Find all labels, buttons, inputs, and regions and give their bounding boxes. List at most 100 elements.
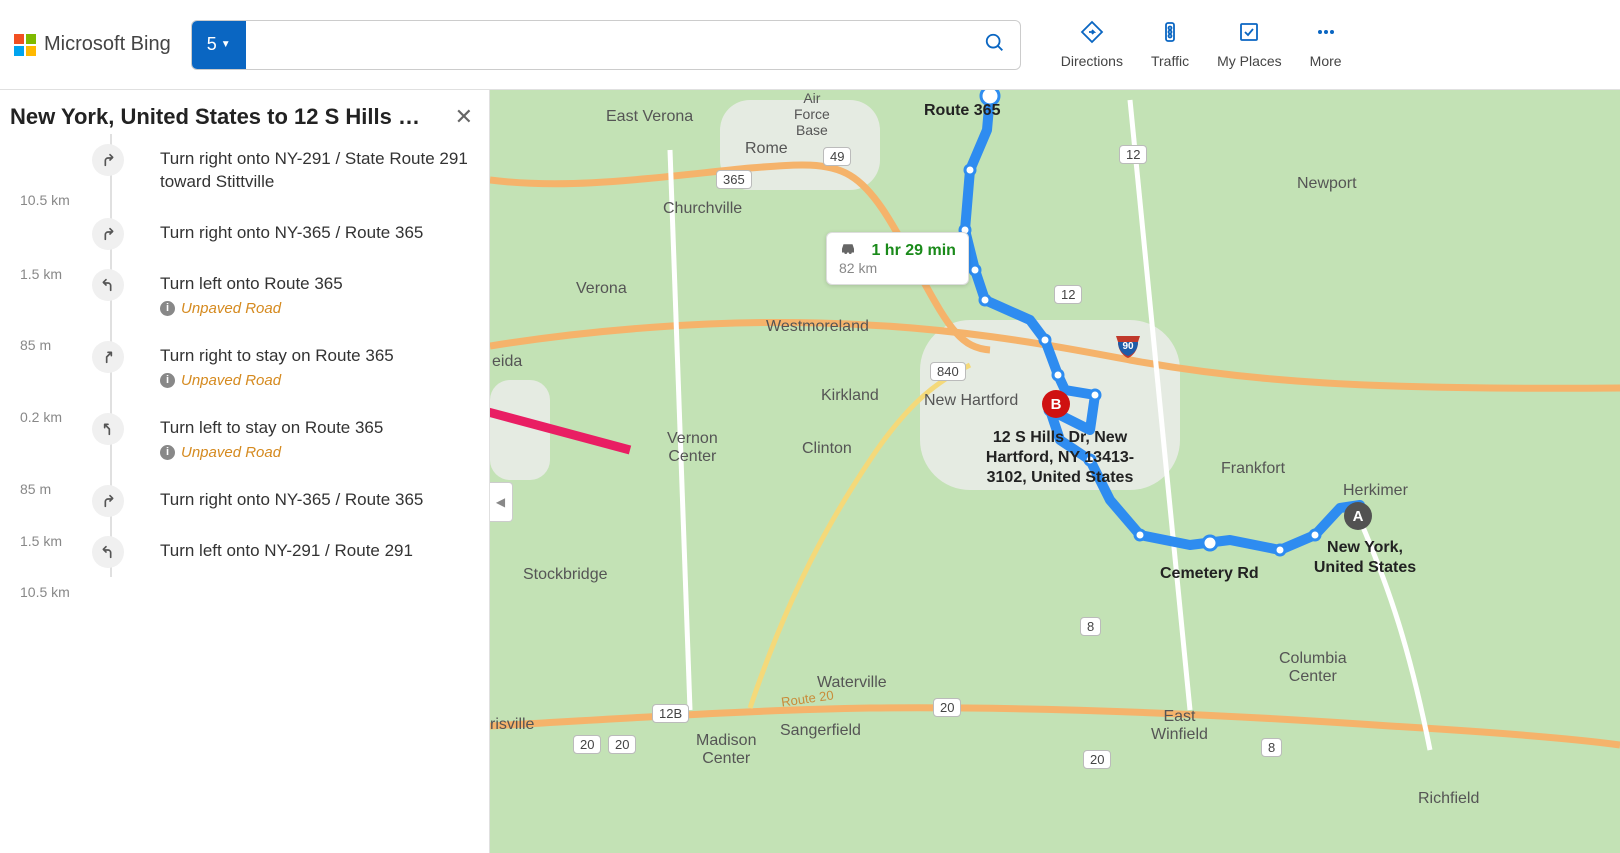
chevron-left-icon: ◀ [496, 495, 505, 509]
shield-20a: 20 [573, 735, 601, 754]
step-warning: i Unpaved Road [160, 372, 473, 389]
directions-icon [1080, 20, 1104, 47]
pin-a[interactable]: A [1344, 502, 1372, 530]
traffic-icon [1158, 20, 1182, 47]
turn-right-icon [92, 485, 124, 517]
shield-365: 365 [716, 170, 752, 189]
search-icon [984, 32, 1006, 57]
step-distance: 1.5 km [20, 533, 90, 549]
step-distance: 0.2 km [20, 409, 90, 425]
pin-a-label: New York, United States [1300, 538, 1430, 578]
info-icon: i [160, 301, 175, 316]
step-distance: 85 m [20, 337, 90, 353]
shield-840: 840 [930, 362, 966, 381]
close-icon[interactable]: ✕ [455, 104, 473, 130]
nav-directions-label: Directions [1061, 53, 1123, 69]
map[interactable]: East Verona Rome Air Force Base Churchvi… [490, 90, 1620, 853]
brand-text: Microsoft Bing [44, 33, 171, 56]
nav-myplaces[interactable]: My Places [1217, 20, 1282, 69]
step-instruction: Turn right onto NY-365 / Route 365 [160, 489, 473, 512]
step-instruction: Turn left to stay on Route 365 [160, 417, 473, 440]
search-button[interactable] [970, 21, 1020, 69]
direction-step[interactable]: Turn right onto NY-365 / Route 365 1.5 k… [100, 208, 489, 259]
tooltip-time: 1 hr 29 min [871, 242, 955, 259]
search-prefix-value: 5 [207, 34, 217, 55]
header-bar: Microsoft Bing 5 ▼ Directions Traffic My… [0, 0, 1620, 90]
direction-step[interactable]: Turn left onto Route 365 iUnpaved Road 8… [100, 259, 489, 331]
directions-panel: New York, United States to 12 S Hills D…… [0, 90, 490, 853]
step-warning-text: Unpaved Road [181, 300, 281, 317]
step-warning: i Unpaved Road [160, 444, 473, 461]
place-eida: eida [492, 353, 522, 371]
place-newport: Newport [1297, 175, 1357, 193]
directions-steps: Turn right onto NY-291 / State Route 291… [0, 134, 489, 577]
shield-8a: 8 [1261, 738, 1282, 757]
step-distance: 10.5 km [20, 192, 90, 208]
step-instruction: Turn right onto NY-291 / State Route 291… [160, 148, 473, 194]
search-box: 5 ▼ [191, 20, 1021, 70]
place-verona: Verona [576, 280, 627, 298]
direction-step[interactable]: Turn right to stay on Route 365 i Unpaved… [100, 331, 489, 403]
shield-12B: 12B [652, 704, 689, 723]
search-input[interactable] [246, 34, 970, 55]
interstate-90-icon: 90 [1114, 332, 1142, 360]
nav-traffic[interactable]: Traffic [1151, 20, 1189, 69]
place-churchville: Churchville [663, 200, 742, 218]
step-instruction: Turn left onto Route 365 [160, 273, 473, 296]
info-icon: i [160, 445, 175, 460]
shield-8b: 8 [1080, 617, 1101, 636]
direction-step[interactable]: Turn right onto NY-291 / State Route 291… [100, 134, 489, 208]
turn-left-icon [92, 269, 124, 301]
step-distance: 1.5 km [20, 266, 90, 282]
place-stockbridge: Stockbridge [523, 566, 608, 584]
step-warning-text: Unpaved Road [181, 444, 281, 461]
shield-20b: 20 [608, 735, 636, 754]
nav-tools: Directions Traffic My Places More [1061, 20, 1342, 69]
place-east-winfield: East Winfield [1151, 708, 1208, 744]
route-tooltip[interactable]: 1 hr 29 min 82 km [826, 232, 969, 285]
nav-more[interactable]: More [1310, 20, 1342, 69]
collapse-panel-button[interactable]: ◀ [490, 482, 513, 522]
direction-step[interactable]: Turn right onto NY-365 / Route 365 1.5 k… [100, 475, 489, 526]
car-icon [839, 241, 857, 260]
place-vernon-center: Vernon Center [667, 430, 718, 466]
place-airforce: Air Force Base [794, 90, 830, 138]
brand[interactable]: Microsoft Bing [14, 33, 171, 56]
bear-right-icon [92, 341, 124, 373]
svg-text:90: 90 [1122, 341, 1134, 352]
shield-49: 49 [823, 147, 851, 166]
place-sangerfield: Sangerfield [780, 722, 861, 740]
place-kirkland: Kirkland [821, 387, 879, 405]
shield-20c: 20 [933, 698, 961, 717]
route-label-365: Route 365 [924, 102, 1000, 120]
info-icon: i [160, 373, 175, 388]
place-irisville: risville [490, 716, 534, 734]
step-instruction: Turn right to stay on Route 365 [160, 345, 473, 368]
shield-12a: 12 [1119, 145, 1147, 164]
route-label-cemetery: Cemetery Rd [1160, 565, 1259, 583]
turn-right-icon [92, 144, 124, 176]
pin-b[interactable]: B [1042, 390, 1070, 418]
step-distance: 10.5 km [20, 584, 90, 600]
step-instruction: Turn left onto NY-291 / Route 291 [160, 540, 473, 563]
turn-right-icon [92, 218, 124, 250]
nav-directions[interactable]: Directions [1061, 20, 1123, 69]
step-instruction: Turn right onto NY-365 / Route 365 [160, 222, 473, 245]
direction-step[interactable]: Turn left to stay on Route 365 i Unpaved … [100, 403, 489, 475]
place-rome: Rome [745, 140, 788, 158]
place-madison-center: Madison Center [696, 732, 756, 768]
direction-step[interactable]: Turn left onto NY-291 / Route 291 10.5 k… [100, 526, 489, 577]
step-warning-text: Unpaved Road [181, 372, 281, 389]
more-icon [1314, 20, 1338, 47]
panel-header: New York, United States to 12 S Hills D…… [0, 90, 489, 134]
turn-left-icon [92, 536, 124, 568]
search-prefix-dropdown[interactable]: 5 ▼ [192, 21, 246, 69]
shield-12b: 12 [1054, 285, 1082, 304]
step-distance: 85 m [20, 481, 90, 497]
place-westmoreland: Westmoreland [766, 318, 869, 336]
step-warning: i Unpaved Road [160, 300, 473, 317]
tooltip-dist: 82 km [839, 260, 956, 276]
bear-left-icon [92, 413, 124, 445]
panel-title: New York, United States to 12 S Hills D… [10, 104, 430, 130]
myplaces-icon [1237, 20, 1261, 47]
